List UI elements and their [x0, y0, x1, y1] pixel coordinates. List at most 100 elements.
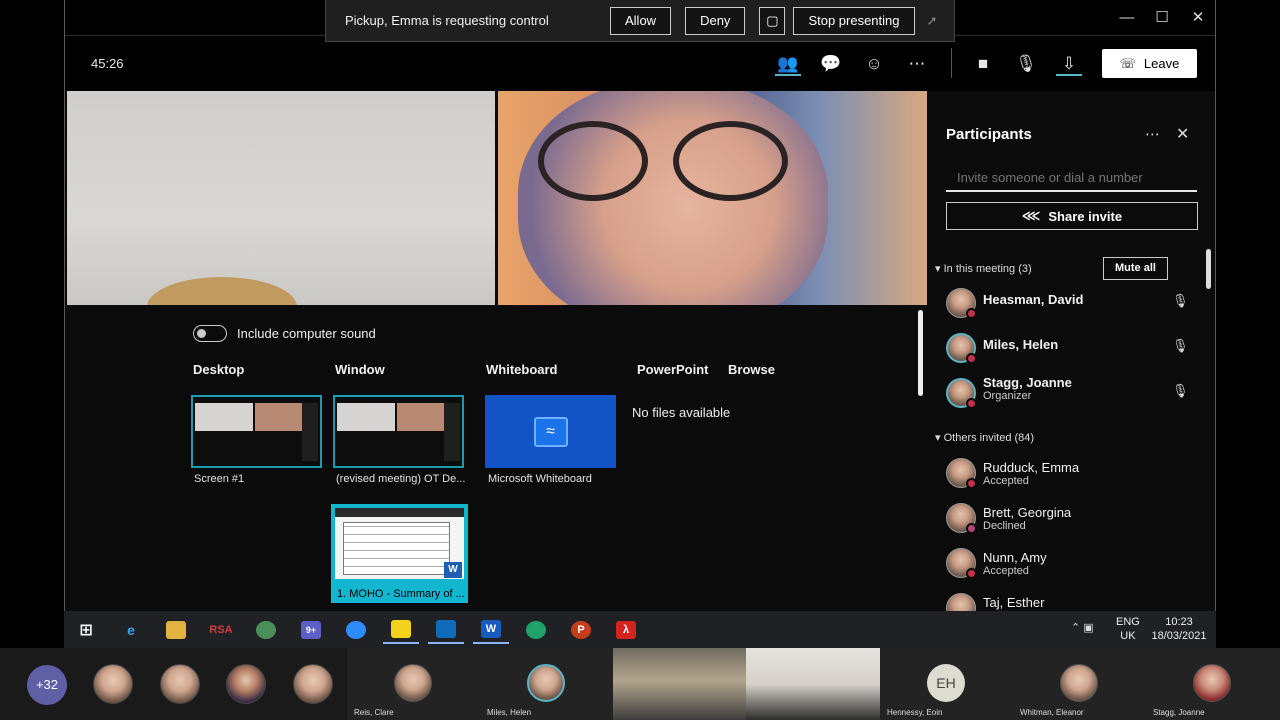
allow-button[interactable]: Allow [610, 6, 672, 35]
participant-row[interactable]: Stagg, Joanne Organizer 🎙 [946, 375, 1206, 416]
participant-gallery-strip: +32 Reis, Clare Miles, Helen EH Hennessy… [0, 648, 1280, 720]
invited-row[interactable]: Nunn, Amy Accepted [946, 546, 1206, 586]
stop-presenting-button[interactable]: Stop presenting [793, 6, 915, 35]
category-desktop[interactable]: Desktop [193, 362, 244, 377]
chevron-down-icon: ▾ [935, 263, 941, 275]
share-tray: Include computer sound Desktop Window Wh… [67, 305, 927, 611]
no-files-message: No files available [632, 405, 731, 420]
invited-name: Taj, Esther [983, 595, 1045, 610]
participant-video-tile[interactable] [613, 648, 746, 720]
mic-icon[interactable]: 🎙 [1172, 293, 1189, 309]
participant-tile[interactable]: Miles, Helen [480, 648, 613, 720]
reactions-icon[interactable]: ☺ [861, 52, 887, 76]
maximize-icon[interactable]: ☐ [1144, 6, 1180, 30]
participant-tile[interactable]: Whitman, Eleanor [1013, 648, 1146, 720]
participant-role: Organizer [983, 390, 1032, 402]
minimize-icon[interactable]: — [1109, 6, 1145, 30]
presence-busy-icon [966, 308, 977, 319]
system-tray-icons[interactable]: ⌃ ▣ [1071, 621, 1094, 634]
desktop-thumbnail-caption: Screen #1 [194, 473, 245, 485]
microphone-icon[interactable]: 🎙 [1013, 52, 1039, 76]
invited-row[interactable]: Brett, Georgina Declined [946, 501, 1206, 541]
teams-icon[interactable]: 9+ [293, 615, 329, 644]
rsa-icon[interactable]: RSA [203, 615, 239, 644]
word-document-thumbnail[interactable]: W 1. MOHO - Summary of ... [331, 504, 468, 603]
edge-icon[interactable] [518, 615, 554, 644]
window-thumbnail[interactable] [333, 395, 464, 468]
avatar[interactable] [226, 664, 266, 704]
share-tray-scrollbar[interactable] [918, 310, 923, 396]
invite-input[interactable] [946, 164, 1197, 192]
powerpoint-icon[interactable]: P [563, 615, 599, 644]
window-thumbnail-caption: (revised meeting) OT De... [336, 473, 466, 485]
include-sound-toggle[interactable] [193, 325, 227, 342]
file-explorer-icon[interactable] [158, 615, 194, 644]
panel-close-icon[interactable]: ✕ [1176, 124, 1189, 144]
leave-button[interactable]: ☏ Leave [1102, 49, 1197, 78]
camera-icon[interactable]: ■ [970, 52, 996, 76]
category-window[interactable]: Window [335, 362, 385, 377]
teams-meeting-window: — ☐ ✕ 45:26 👥 💬 ☺ ⋯ ■ 🎙 ⇩ ☏ Leave Includ… [64, 0, 1216, 611]
sticky-notes-icon[interactable] [383, 615, 419, 644]
internet-explorer-icon[interactable]: e [113, 615, 149, 644]
panel-scrollbar[interactable] [1206, 249, 1211, 289]
mute-all-button[interactable]: Mute all [1103, 257, 1168, 280]
control-request-banner: Pickup, Emma is requesting control Allow… [325, 0, 955, 42]
participant-tile-name: Stagg, Joanne [1153, 708, 1205, 717]
start-menu-icon[interactable]: ⊞ [68, 615, 104, 644]
word-taskbar-icon[interactable]: W [473, 615, 509, 644]
stop-control-icon[interactable]: ▢ [759, 6, 786, 35]
language-indicator[interactable]: ENG UK [1116, 615, 1140, 643]
category-whiteboard[interactable]: Whiteboard [486, 362, 558, 377]
participant-tile[interactable]: Reis, Clare [347, 648, 480, 720]
avatar [527, 664, 565, 702]
invited-status: Accepted [983, 565, 1029, 577]
category-browse[interactable]: Browse [728, 362, 775, 377]
participant-video-tile[interactable] [746, 648, 880, 720]
whiteboard-tile[interactable]: ≈ [485, 395, 616, 468]
toolbar-divider [951, 48, 952, 78]
participant-tile-name: Hennessy, Eoin [887, 708, 943, 717]
avatar[interactable] [293, 664, 333, 704]
invited-name: Rudduck, Emma [983, 460, 1080, 475]
others-invited-section-header[interactable]: ▾ Others invited (84) [935, 431, 1034, 444]
participant-row[interactable]: Heasman, David 🎙 [946, 286, 1206, 326]
globe-app-icon[interactable] [248, 615, 284, 644]
panel-more-icon[interactable]: ⋯ [1145, 125, 1160, 143]
overflow-count-avatar[interactable]: +32 [27, 665, 67, 705]
system-clock[interactable]: 10:23 18/03/2021 [1146, 615, 1212, 643]
chat-icon[interactable]: 💬 [818, 52, 844, 76]
invited-row[interactable]: Taj, Esther [946, 591, 1206, 611]
participant-tile[interactable]: EH Hennessy, Eoin [880, 648, 1013, 720]
share-invite-button[interactable]: ⋘ Share invite [946, 202, 1198, 230]
in-meeting-section-header[interactable]: ▾ In this meeting (3) [935, 262, 1032, 275]
meeting-toolbar: 45:26 👥 💬 ☺ ⋯ ■ 🎙 ⇩ ☏ Leave [65, 36, 1215, 91]
presence-busy-icon [966, 478, 977, 489]
acrobat-icon[interactable]: λ [608, 615, 644, 644]
presence-busy-icon [966, 398, 977, 409]
pin-icon[interactable]: ➚ [927, 13, 938, 29]
participant-video-2 [498, 91, 927, 305]
desktop-screen-thumbnail[interactable] [191, 395, 322, 468]
invited-row[interactable]: Rudduck, Emma Accepted [946, 456, 1206, 496]
zoom-icon[interactable] [338, 615, 374, 644]
glasses-right [673, 121, 788, 201]
mic-icon[interactable]: 🎙 [1172, 383, 1189, 399]
in-meeting-label: In this meeting (3) [943, 263, 1032, 275]
meeting-timer: 45:26 [91, 56, 124, 71]
participant-name: Heasman, David [983, 292, 1084, 307]
participant-row[interactable]: Miles, Helen 🎙 [946, 331, 1206, 371]
category-powerpoint[interactable]: PowerPoint [637, 362, 709, 377]
outlook-icon[interactable] [428, 615, 464, 644]
language-region: UK [1120, 630, 1136, 642]
participant-tile[interactable]: Stagg, Joanne [1146, 648, 1280, 720]
share-tray-icon[interactable]: ⇩ [1056, 52, 1082, 76]
avatar[interactable] [160, 664, 200, 704]
more-actions-icon[interactable]: ⋯ [904, 52, 930, 76]
close-window-icon[interactable]: ✕ [1180, 6, 1216, 30]
deny-button[interactable]: Deny [685, 6, 746, 35]
avatar[interactable] [93, 664, 133, 704]
participants-icon[interactable]: 👥 [775, 52, 801, 76]
mic-icon[interactable]: 🎙 [1172, 338, 1189, 354]
participant-name: Stagg, Joanne [983, 375, 1072, 390]
